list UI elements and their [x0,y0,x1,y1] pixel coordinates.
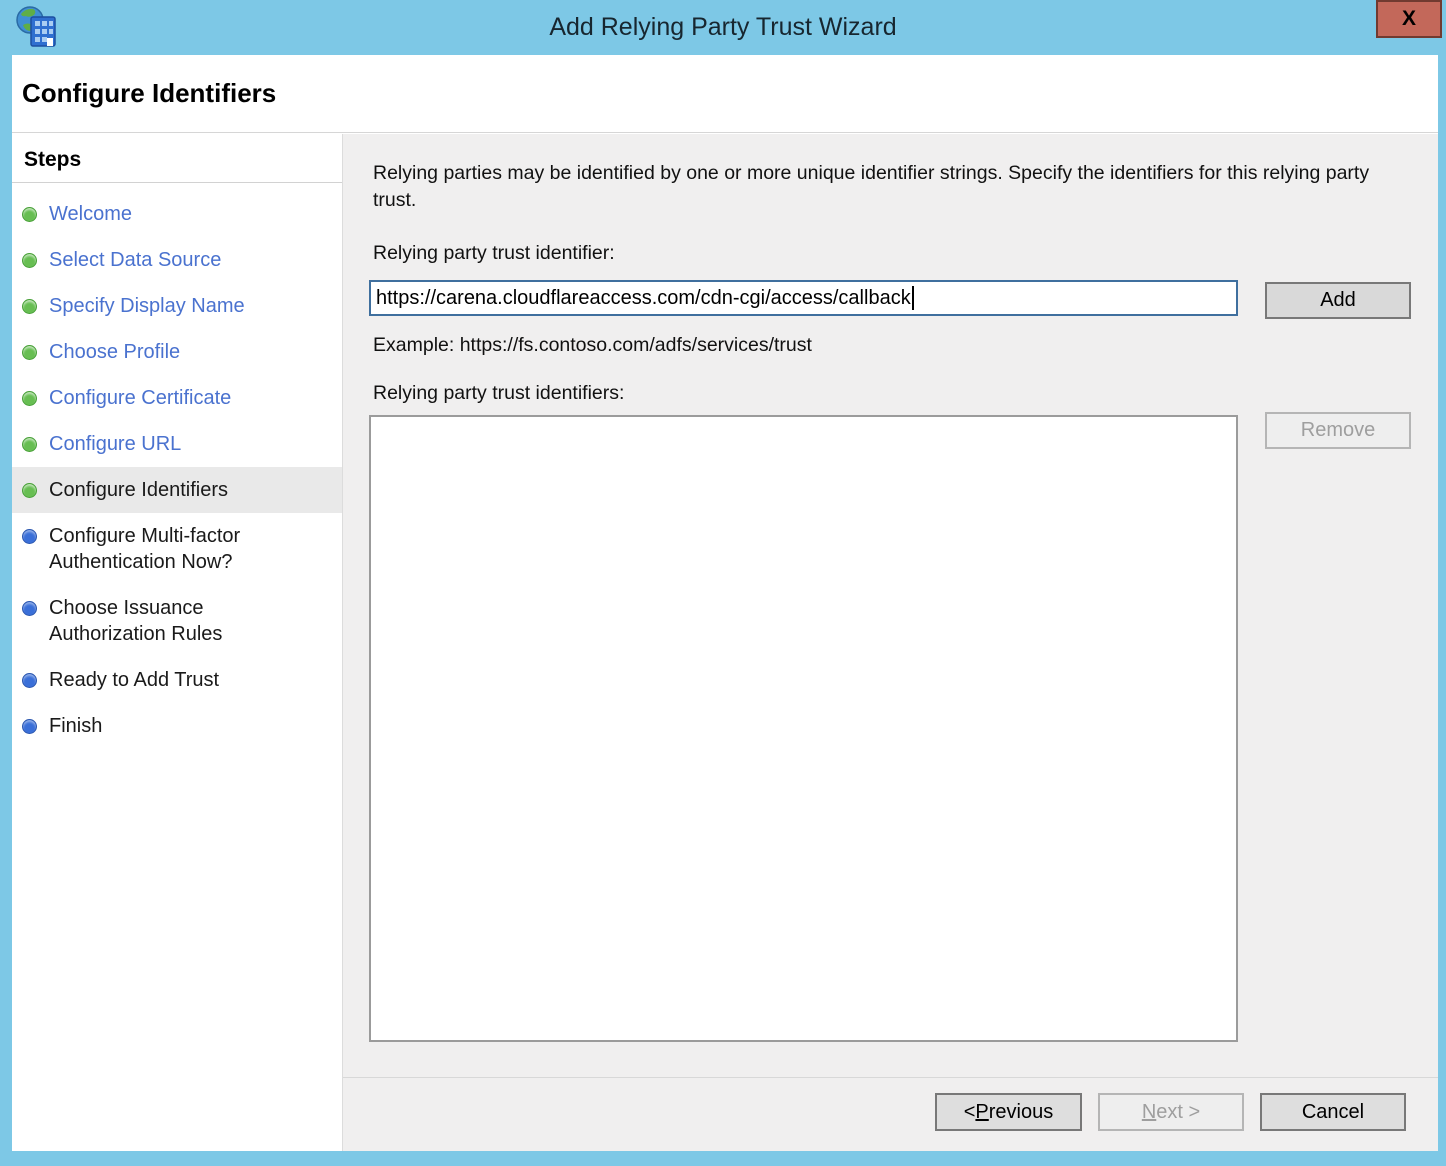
step-configure-certificate[interactable]: Configure Certificate [12,375,342,421]
footer-divider [343,1077,1438,1078]
step-completed-bullet-icon [22,299,37,314]
step-label: Configure Multi-factor Authentication No… [49,523,306,575]
step-ready-to-add-trust: Ready to Add Trust [12,657,342,703]
next-button-accel: N [1142,1101,1156,1124]
identifiers-listbox[interactable] [369,415,1238,1042]
step-label: Specify Display Name [49,293,245,319]
step-select-data-source[interactable]: Select Data Source [12,237,342,283]
previous-button[interactable]: < Previous [935,1093,1082,1131]
remove-button: Remove [1265,412,1411,449]
step-finish: Finish [12,703,342,749]
identifier-input[interactable]: https://carena.cloudflareaccess.com/cdn-… [369,280,1238,316]
step-upcoming-bullet-icon [22,529,37,544]
page-header: Configure Identifiers [12,55,1438,133]
step-label: Choose Profile [49,339,180,365]
next-button-rest: ext > [1156,1101,1200,1124]
configure-identifiers-panel: Relying parties may be identified by one… [343,134,1438,1151]
wizard-window: Add Relying Party Trust Wizard X Configu… [0,0,1446,1166]
step-completed-bullet-icon [22,437,37,452]
intro-text: Relying parties may be identified by one… [373,160,1403,214]
close-button[interactable]: X [1376,0,1442,38]
previous-button-accel: P [975,1101,988,1124]
add-button[interactable]: Add [1265,282,1411,319]
identifier-field-label: Relying party trust identifier: [373,242,615,265]
step-specify-display-name[interactable]: Specify Display Name [12,283,342,329]
step-label: Finish [49,713,102,739]
window-title: Add Relying Party Trust Wizard [0,0,1446,55]
step-label: Configure Certificate [49,385,231,411]
text-caret [912,286,914,310]
previous-button-rest: revious [989,1101,1053,1124]
step-completed-bullet-icon [22,207,37,222]
step-label: Ready to Add Trust [49,667,219,693]
step-choose-issuance-rules: Choose Issuance Authorization Rules [12,585,342,657]
step-configure-identifiers[interactable]: Configure Identifiers [12,467,342,513]
step-completed-bullet-icon [22,253,37,268]
example-text: Example: https://fs.contoso.com/adfs/ser… [373,334,812,357]
identifiers-list-label: Relying party trust identifiers: [373,382,624,405]
next-button: Next > [1098,1093,1244,1131]
steps-heading: Steps [12,134,342,183]
step-welcome[interactable]: Welcome [12,191,342,237]
title-bar: Add Relying Party Trust Wizard X [0,0,1446,55]
step-label: Select Data Source [49,247,221,273]
step-label: Choose Issuance Authorization Rules [49,595,306,647]
steps-sidebar: Steps Welcome Select Data Source Specify… [12,134,343,1151]
step-choose-profile[interactable]: Choose Profile [12,329,342,375]
step-upcoming-bullet-icon [22,719,37,734]
step-label: Configure URL [49,431,181,457]
identifier-input-value: https://carena.cloudflareaccess.com/cdn-… [376,287,911,310]
wizard-body: Configure Identifiers Steps Welcome Sele… [12,55,1438,1151]
step-upcoming-bullet-icon [22,673,37,688]
step-configure-url[interactable]: Configure URL [12,421,342,467]
step-completed-bullet-icon [22,345,37,360]
step-completed-bullet-icon [22,391,37,406]
step-label: Configure Identifiers [49,477,228,503]
page-title: Configure Identifiers [22,78,276,109]
step-configure-mfa: Configure Multi-factor Authentication No… [12,513,342,585]
previous-button-prefix: < [964,1101,976,1124]
step-upcoming-bullet-icon [22,601,37,616]
cancel-button[interactable]: Cancel [1260,1093,1406,1131]
step-label: Welcome [49,201,132,227]
step-current-bullet-icon [22,483,37,498]
